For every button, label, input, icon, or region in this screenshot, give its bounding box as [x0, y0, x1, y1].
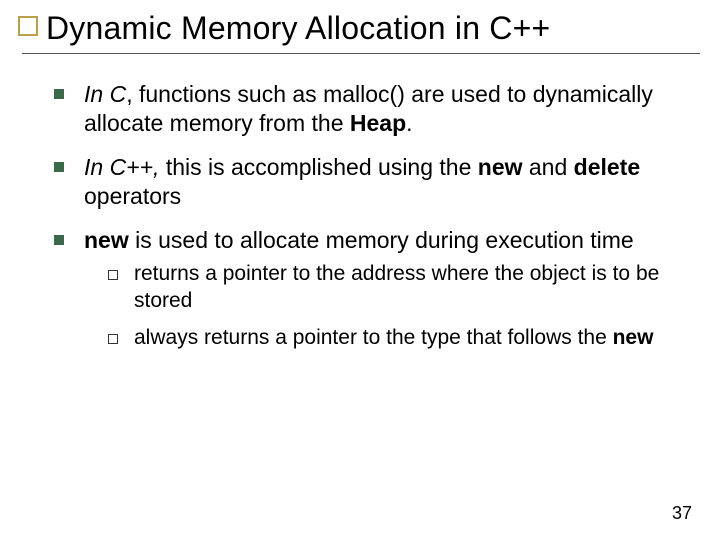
title-underline: [22, 53, 700, 54]
bullet-text: .: [406, 110, 412, 136]
sub-bullet-text: always returns a pointer to the type tha…: [134, 326, 613, 349]
bullet-item: new is used to allocate memory during ex…: [52, 226, 680, 352]
sub-bullet-item: always returns a pointer to the type tha…: [104, 325, 680, 352]
bullet-text: In C++,: [84, 154, 159, 180]
bullet-text: delete: [574, 154, 640, 180]
bullet-text: operators: [84, 183, 181, 209]
bullet-text: In C: [84, 81, 126, 107]
page-number: 37: [672, 503, 692, 524]
bullet-text: this is accomplished using the: [159, 154, 477, 180]
bullet-text: is used to allocate memory during execut…: [129, 227, 634, 253]
slide: Dynamic Memory Allocation in C++ In C, f…: [0, 0, 720, 540]
bullet-text: Heap: [350, 110, 406, 136]
bullet-text: new: [478, 154, 523, 180]
accent-square-icon: [18, 16, 38, 36]
bullet-text: new: [84, 227, 129, 253]
bullet-list: In C, functions such as malloc() are use…: [52, 80, 680, 352]
slide-title: Dynamic Memory Allocation in C++: [46, 10, 702, 47]
bullet-item: In C, functions such as malloc() are use…: [52, 80, 680, 139]
sub-bullet-item: returns a pointer to the address where t…: [104, 261, 680, 315]
title-area: Dynamic Memory Allocation in C++: [18, 10, 702, 54]
bullet-text: and: [523, 154, 574, 180]
slide-body: In C, functions such as malloc() are use…: [52, 80, 680, 366]
sub-bullet-text: new: [613, 326, 654, 349]
sub-bullet-list: returns a pointer to the address where t…: [104, 261, 680, 352]
bullet-item: In C++, this is accomplished using the n…: [52, 153, 680, 212]
sub-bullet-text: returns a pointer to the address where t…: [134, 262, 659, 312]
